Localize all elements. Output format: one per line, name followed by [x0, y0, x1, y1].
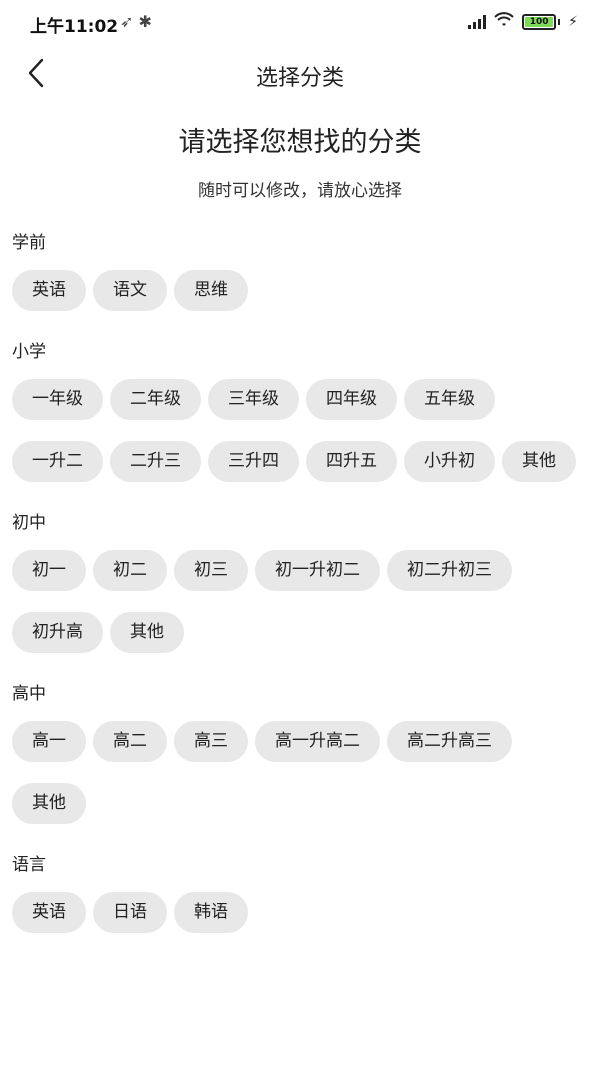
status-right: 100 ⚡ [468, 12, 578, 32]
category-chip[interactable]: 韩语 [174, 892, 248, 933]
category-section: 语言英语 日语 韩语 [12, 850, 588, 933]
category-list: 学前 英语 语文 思维 小学 一年级 二年级 三年级 四年级 五年级 一升二 二升三 三升四 四升五 小升初… [12, 228, 588, 959]
category-chip[interactable]: 初二 [93, 550, 167, 591]
category-chip[interactable]: 高三 [174, 721, 248, 762]
category-chip[interactable]: 小升初 [404, 441, 495, 482]
category-chip[interactable]: 三升四 [208, 441, 299, 482]
category-section: 小学一年级 二年级 三年级 四年级 五年级一升二 二升三 三升四 四升五 小升初 其他 [12, 337, 588, 482]
category-chip[interactable]: 一年级 [12, 379, 103, 420]
section-title: 高中 [12, 684, 46, 704]
chip-group: 初一 初二 初三 初一升初二 初二升初三初升高 其他 [12, 550, 588, 653]
category-chip[interactable]: 高一 [12, 721, 86, 762]
category-chip[interactable]: 三年级 [208, 379, 299, 420]
category-section: 高中高一 高二 高三 高一升高二 高二升高三其他 [12, 679, 588, 824]
nav-bar: 选择分类 [0, 48, 600, 98]
battery-level: 100 [529, 17, 549, 27]
signal-icon [468, 15, 487, 29]
category-chip[interactable]: 高二 [93, 721, 167, 762]
category-chip[interactable]: 二年级 [110, 379, 201, 420]
heading: 请选择您想找的分类 [178, 127, 422, 158]
section-title: 语言 [12, 855, 46, 875]
section-title: 初中 [12, 513, 46, 533]
category-chip[interactable]: 其他 [12, 783, 86, 824]
category-chip[interactable]: 其他 [502, 441, 576, 482]
category-chip[interactable]: 初一 [12, 550, 86, 591]
subheading: 随时可以修改，请放心选择 [198, 181, 402, 201]
category-chip[interactable]: 语文 [93, 270, 167, 311]
chip-group: 高一 高二 高三 高一升高二 高二升高三其他 [12, 721, 588, 824]
section-title: 小学 [12, 342, 46, 362]
section-title: 学前 [12, 233, 46, 253]
category-chip[interactable]: 初三 [174, 550, 248, 591]
category-chip[interactable]: 英语 [12, 270, 86, 311]
category-chip[interactable]: 思维 [174, 270, 248, 311]
category-chip[interactable]: 其他 [110, 612, 184, 653]
status-bar: 上午11:02 ➶ ✱ 100 ⚡ [0, 0, 600, 44]
chip-group: 英语 日语 韩语 [12, 892, 588, 933]
page-title: 选择分类 [255, 66, 344, 91]
category-chip[interactable]: 初升高 [12, 612, 103, 653]
chip-group: 一年级 二年级 三年级 四年级 五年级一升二 二升三 三升四 四升五 小升初 其他 [12, 379, 588, 482]
battery-tip [558, 19, 561, 25]
charging-icon: ⚡ [568, 14, 578, 30]
chip-group: 英语 语文 思维 [12, 270, 588, 311]
category-section: 学前英语 语文 思维 [12, 228, 588, 311]
category-chip[interactable]: 四升五 [306, 441, 397, 482]
wifi-icon [494, 12, 514, 32]
category-chip[interactable]: 初二升初三 [387, 550, 512, 591]
category-chip[interactable]: 高一升高二 [255, 721, 380, 762]
battery-icon: 100 [522, 14, 557, 30]
category-section: 初中初一 初二 初三 初一升初二 初二升初三初升高 其他 [12, 508, 588, 653]
location-bluetooth-icons: ➶ ✱ [120, 12, 152, 31]
category-chip[interactable]: 二升三 [110, 441, 201, 482]
category-chip[interactable]: 一升二 [12, 441, 103, 482]
category-chip[interactable]: 四年级 [306, 379, 397, 420]
category-chip[interactable]: 初一升初二 [255, 550, 380, 591]
category-chip[interactable]: 高二升高三 [387, 721, 512, 762]
category-chip[interactable]: 五年级 [404, 379, 495, 420]
category-chip[interactable]: 英语 [12, 892, 86, 933]
status-time: 上午11:02 [30, 17, 119, 37]
category-chip[interactable]: 日语 [93, 892, 167, 933]
